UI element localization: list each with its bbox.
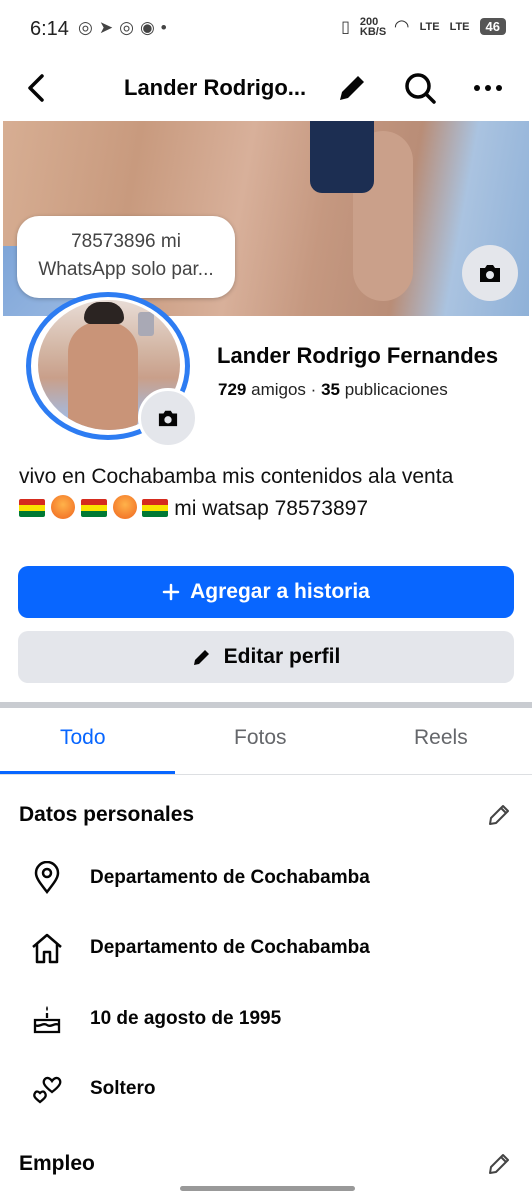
profile-bio: vivo en Cochabamba mis contenidos ala ve… <box>19 461 514 525</box>
detail-row-location: Departamento de Cochabamba <box>0 853 532 903</box>
location-pin-icon <box>34 861 60 895</box>
tab-fotos[interactable]: Fotos <box>234 726 287 750</box>
back-arrow-icon[interactable] <box>20 70 56 106</box>
home-icon <box>32 933 62 964</box>
edit-personal-details-icon[interactable] <box>486 802 512 828</box>
detail-row-birthday: 10 de agosto de 1995 <box>0 994 532 1044</box>
profile-name: Lander Rodrigo Fernandes <box>217 343 499 368</box>
telegram-icon: ➤ <box>98 18 114 37</box>
bio-line-1: vivo en Cochabamba mis contenidos ala ve… <box>19 465 454 488</box>
status-time: 6:14 <box>30 18 69 40</box>
edit-profile-button[interactable]: Editar perfil <box>18 631 514 683</box>
camera-icon <box>480 265 500 282</box>
profile-stats: 729 amigos · 35 publicaciones <box>218 380 448 400</box>
more-notifications-dot: • <box>160 18 167 37</box>
profile-tabs: Todo Fotos Reels <box>0 708 532 775</box>
status-bar: 6:14 ◎ ➤ ◎ ◉ • ▯ 200 KB/S ◠ LTE LTE 46 <box>0 0 532 58</box>
bolivia-flag-icon <box>80 499 107 517</box>
bolivia-flag-icon <box>19 499 45 517</box>
tab-reels[interactable]: Reels <box>414 726 468 750</box>
search-icon[interactable] <box>402 70 438 106</box>
active-tab-indicator <box>0 771 175 774</box>
profile-note-bubble[interactable]: 78573896 mi WhatsApp solo par... <box>17 216 235 298</box>
add-to-story-button[interactable]: Agregar a historia <box>18 566 514 618</box>
note-line-2: WhatsApp solo par... <box>38 259 214 280</box>
detail-text: 10 de agosto de 1995 <box>90 1008 282 1029</box>
header-title: Lander Rodrigo... <box>124 75 307 100</box>
edit-pencil-icon[interactable] <box>334 70 370 106</box>
messenger-icon: ◉ <box>139 18 155 37</box>
avatar-detail <box>68 322 138 430</box>
whatsapp-business-icon: ◎ <box>119 18 134 37</box>
relationship-hearts-icon <box>33 1076 62 1104</box>
detail-text: Soltero <box>90 1078 156 1099</box>
hot-face-emoji-icon <box>112 495 137 519</box>
wifi-icon: ◠ <box>393 16 410 36</box>
friends-label[interactable]: amigos <box>251 380 306 399</box>
employment-title: Empleo <box>19 1152 95 1175</box>
birthday-cake-icon <box>33 1006 61 1034</box>
hot-face-emoji-icon <box>50 495 75 519</box>
edit-employment-icon[interactable] <box>486 1151 512 1177</box>
tab-todo[interactable]: Todo <box>60 726 106 750</box>
bolivia-flag-icon <box>142 499 169 517</box>
detail-row-hometown: Departamento de Cochabamba <box>0 923 532 973</box>
avatar-detail <box>84 302 124 324</box>
signal-lte-1: LTE <box>419 20 440 33</box>
detail-text: Departamento de Cochabamba <box>90 937 370 958</box>
camera-icon <box>158 410 178 427</box>
avatar-camera-button[interactable] <box>138 388 198 448</box>
home-indicator[interactable] <box>180 1186 355 1191</box>
add-to-story-label: Agregar a historia <box>190 580 370 603</box>
posts-label: publicaciones <box>344 380 448 399</box>
cover-camera-button[interactable] <box>462 245 518 301</box>
detail-row-relationship: Soltero <box>0 1064 532 1114</box>
posts-count: 35 <box>321 380 340 399</box>
personal-details-title: Datos personales <box>19 803 195 826</box>
battery-indicator: 46 <box>479 18 506 35</box>
avatar-detail <box>138 312 154 336</box>
detail-text: Departamento de Cochabamba <box>90 867 370 888</box>
cover-photo-detail <box>310 121 374 193</box>
whatsapp-icon: ◎ <box>78 18 93 37</box>
network-speed: 200 KB/S <box>359 15 387 38</box>
pencil-icon <box>193 650 209 665</box>
more-options-icon[interactable] <box>470 70 506 106</box>
vibrate-icon: ▯ <box>341 18 350 36</box>
system-icons: ▯ 200 KB/S ◠ LTE LTE 46 <box>341 16 506 37</box>
note-line-1: 78573896 mi <box>71 231 181 252</box>
bio-line-2-text: mi watsap 78573897 <box>174 497 369 520</box>
plus-icon <box>162 583 180 601</box>
signal-lte-2: LTE <box>449 20 470 33</box>
friends-count[interactable]: 729 <box>218 380 246 399</box>
profile-header: Lander Rodrigo... <box>0 58 532 120</box>
bio-line-2: mi watsap 78573897 <box>19 493 514 525</box>
edit-profile-label: Editar perfil <box>223 645 341 668</box>
stats-separator: · <box>310 380 317 399</box>
notification-icons: ◎ ➤ ◎ ◉ • <box>78 18 167 38</box>
